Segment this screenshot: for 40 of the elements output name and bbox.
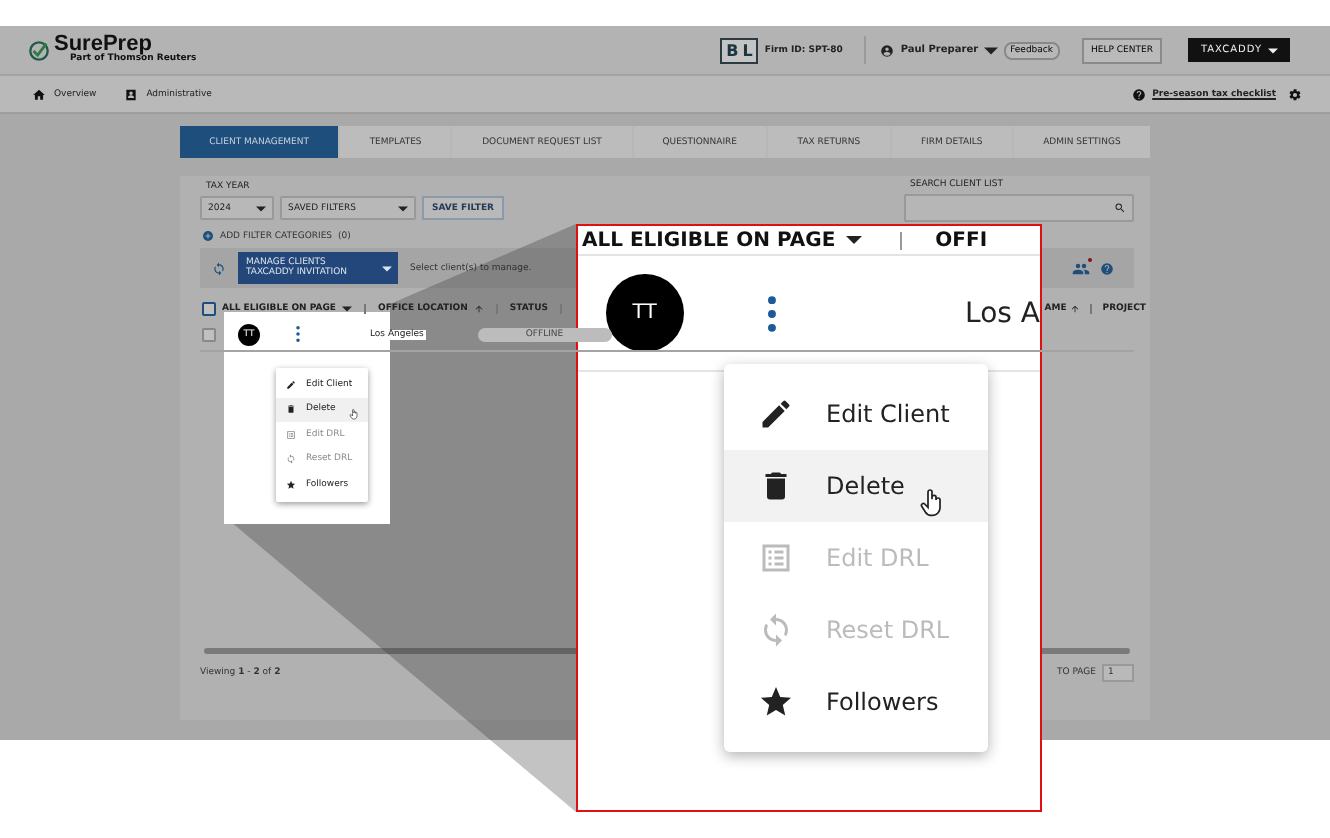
- caret-icon: [256, 205, 266, 211]
- list-icon: [758, 540, 794, 576]
- sort-arrow-icon[interactable]: [473, 303, 484, 313]
- user-icon: [880, 43, 895, 57]
- menu-item[interactable]: Edit Client: [724, 378, 988, 450]
- add-icon[interactable]: [202, 230, 214, 242]
- caret-icon: [845, 236, 862, 244]
- pencil-icon: [286, 379, 296, 390]
- refresh-icon: [286, 454, 296, 465]
- caret-icon: [382, 266, 392, 272]
- help-icon[interactable]: [1132, 87, 1147, 101]
- refresh-icon[interactable]: [212, 261, 226, 275]
- refresh-icon: [758, 612, 794, 648]
- checkbox[interactable]: [202, 301, 216, 315]
- star-icon: [286, 479, 296, 490]
- more-options-icon: [767, 295, 776, 331]
- caret-icon: [398, 205, 408, 211]
- location-cell: Los A: [965, 297, 1040, 329]
- star-icon: [758, 684, 794, 720]
- search-field[interactable]: [904, 194, 1134, 222]
- firm-logo: B L: [720, 37, 759, 63]
- caret-icon[interactable]: [984, 43, 999, 57]
- list-icon: [286, 429, 296, 440]
- hand-cursor-icon: [348, 407, 360, 419]
- id-card-icon[interactable]: [124, 87, 139, 101]
- check-logo-icon: [28, 39, 50, 61]
- caret-icon: [1268, 47, 1278, 53]
- search-icon: [1114, 202, 1126, 214]
- trash-icon: [286, 404, 296, 415]
- pencil-icon: [758, 396, 794, 432]
- menu-item[interactable]: Followers: [724, 666, 988, 738]
- users-icon[interactable]: [1072, 259, 1090, 277]
- menu-item[interactable]: Delete: [724, 450, 988, 522]
- checkbox[interactable]: [202, 327, 216, 341]
- column-header: ALL ELIGIBLE ON PAGE: [582, 229, 836, 251]
- sort-arrow-icon[interactable]: [1070, 303, 1081, 313]
- avatar: TT: [606, 274, 684, 352]
- column-header: OFFI: [935, 229, 988, 251]
- home-icon[interactable]: [32, 87, 46, 101]
- settings-icon[interactable]: [1288, 87, 1302, 101]
